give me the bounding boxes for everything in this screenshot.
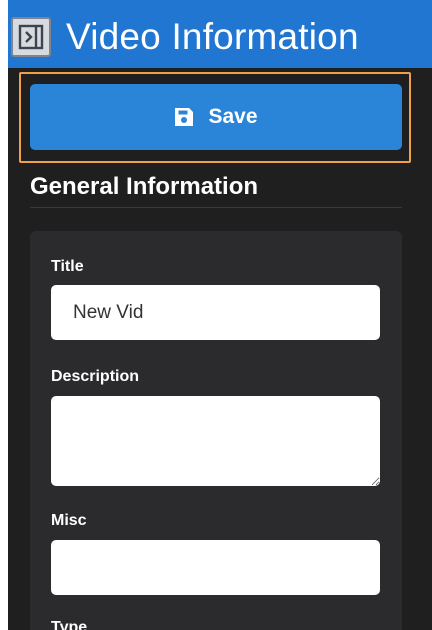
- collapse-panel-button[interactable]: [11, 17, 51, 57]
- panel-header: Video Information: [8, 0, 432, 68]
- panel-title: Video Information: [66, 16, 359, 57]
- panel-collapse-icon: [18, 24, 44, 50]
- save-button[interactable]: Save: [30, 84, 402, 150]
- description-label: Description: [51, 368, 140, 385]
- misc-input[interactable]: [51, 540, 380, 595]
- section-divider: [30, 207, 402, 208]
- video-info-panel: Video Information Save General Informati…: [8, 0, 432, 630]
- title-input[interactable]: [51, 285, 380, 340]
- floppy-disk-icon: [175, 108, 194, 126]
- type-label: Type: [51, 619, 88, 630]
- title-label: Title: [51, 258, 84, 275]
- section-title: General Information: [30, 173, 259, 200]
- form-card: Title Description Misc Type: [30, 231, 402, 630]
- save-button-label: Save: [208, 105, 258, 128]
- description-textarea[interactable]: [51, 396, 380, 486]
- misc-label: Misc: [51, 512, 87, 529]
